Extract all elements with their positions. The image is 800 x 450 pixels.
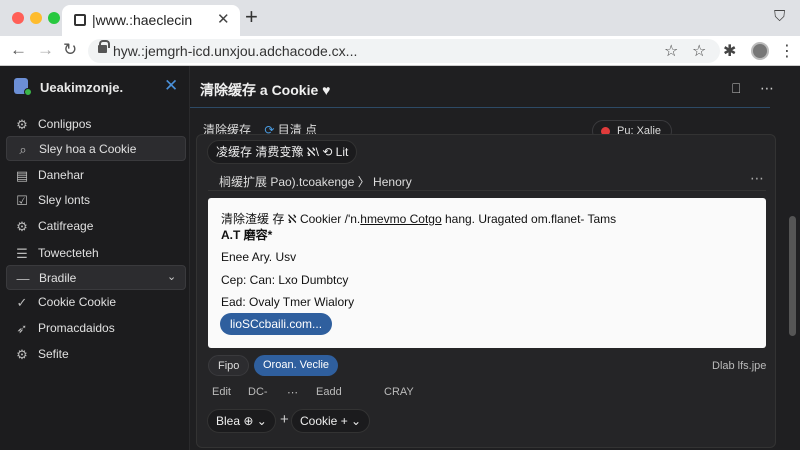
card-line-2: A.T 磨容*: [221, 228, 273, 242]
sidebar-item-danehar[interactable]: ▤ Danehar: [6, 163, 186, 188]
cog-icon: ⚙: [16, 347, 28, 362]
lock-icon: [98, 40, 110, 53]
tab-close-icon[interactable]: ✕: [217, 10, 230, 28]
settings-icon: ⚙: [16, 219, 28, 234]
sidebar-item-label: Towecteteh: [38, 246, 99, 260]
maximize-window-icon[interactable]: [48, 12, 60, 24]
sidebar-item-label: Sefite: [38, 347, 69, 361]
minimize-window-icon[interactable]: [30, 12, 42, 24]
url-text: hyw.:jemgrh-icd.unxjou.adchacode.cx...: [113, 43, 358, 59]
extensions-icon[interactable]: ✱: [723, 41, 736, 61]
dc-action[interactable]: DC-: [248, 386, 268, 398]
panel-more-icon[interactable]: ⋯: [750, 170, 765, 187]
sidebar-item-promacdaidos[interactable]: ➶ Promacdaidos: [6, 316, 186, 341]
check-circle-icon: ✓: [16, 295, 28, 310]
sidebar-close-icon[interactable]: ✕: [164, 76, 178, 96]
sidebar-item-cookie-search[interactable]: ⌕ Sley hoa a Cookie: [6, 136, 186, 161]
browser-toolbar: ← → ↻ hyw.:jemgrh-icd.unxjou.adchacode.c…: [0, 36, 800, 66]
result-card: 清除渣缓 存 ℵ Cookier /'n.hmevmo Cotgo hang. …: [208, 198, 766, 348]
sidebar-item-label: Sley lonts: [38, 193, 91, 207]
app-window: Ueakimzonje. ✕ ⚙ Conligpos ⌕ Sley hoa a …: [0, 66, 800, 450]
favorites-star-icon[interactable]: ☆: [692, 41, 706, 61]
online-status-icon: [24, 88, 32, 96]
tab-title: |www.:haeclecin: [92, 12, 193, 28]
browser-tab[interactable]: |www.:haeclecin ✕: [62, 5, 240, 36]
sidebar-item-label: Catifreage: [38, 219, 94, 233]
new-tab-icon[interactable]: +: [245, 6, 258, 28]
address-bar[interactable]: hyw.:jemgrh-icd.unxjou.adchacode.cx...: [88, 39, 720, 63]
browser-select-chip[interactable]: Blea ⊕ ⌄: [207, 409, 276, 433]
sidebar-item-label: Bradile: [39, 271, 77, 285]
more-actions[interactable]: ⋯: [287, 386, 298, 399]
divider: [208, 190, 766, 191]
chevron-down-icon[interactable]: ⌄: [167, 270, 176, 283]
date-label: Dlab lfs.jpe: [712, 360, 767, 372]
page-favicon-icon: [74, 14, 86, 26]
sidebar-item-label: Promacdaidos: [38, 321, 115, 335]
sidebar-item-configpos[interactable]: ⚙ Conligpos: [6, 112, 186, 137]
sidebar-item-sefite[interactable]: ⚙ Sefite: [6, 342, 186, 367]
sidebar-item-label: Conligpos: [38, 117, 92, 131]
add-action[interactable]: Eadd: [316, 386, 342, 398]
list-icon: ☰: [16, 246, 28, 261]
sidebar-item-catifreage[interactable]: ⚙ Catifreage: [6, 214, 186, 239]
rocket-icon: ➶: [16, 321, 28, 336]
edit-action[interactable]: Edit: [212, 386, 231, 398]
sidebar-item-sley-lonts[interactable]: ☑ Sley lonts: [6, 188, 186, 213]
profile-avatar[interactable]: [751, 42, 769, 60]
check-icon: ☑: [16, 193, 28, 208]
card-link-button[interactable]: lioSCcbaili.com...: [220, 313, 333, 335]
action-toolbar-chip[interactable]: 凌缓存 清费变豫 ℵ\ ⟲ Lit: [207, 140, 358, 164]
close-window-icon[interactable]: [12, 12, 24, 24]
page-title: 清除缓存 a Cookie ♥: [200, 82, 331, 98]
reload-icon[interactable]: ↻: [63, 40, 77, 60]
filter-chip-active[interactable]: Oroan. Veclie: [254, 355, 339, 376]
sidebar-item-bradile[interactable]: — Bradile ⌄: [6, 265, 186, 290]
add-icon[interactable]: +: [280, 411, 289, 428]
card-line-4: Cep: Can: Lxo Dumbtcy: [221, 273, 349, 287]
bookmark-icon[interactable]: ⎕: [732, 80, 740, 97]
dash-icon: —: [16, 271, 30, 286]
sidebar-item-label: Cookie Cookie: [38, 295, 117, 309]
sidebar-item-label: Sley hoa a Cookie: [39, 142, 137, 156]
extension-icon[interactable]: ⛉: [774, 8, 785, 25]
sidebar-item-label: Danehar: [38, 168, 85, 182]
browser-menu-icon[interactable]: ⋮: [779, 41, 795, 61]
cookie-select-chip[interactable]: Cookie + ⌄: [291, 409, 371, 433]
title-divider: [190, 107, 770, 108]
sidebar-title: Ueakimzonje.: [40, 80, 124, 95]
scrollbar[interactable]: [789, 216, 796, 336]
search-icon: ⌕: [19, 142, 27, 157]
browser-tab-bar: |www.:haeclecin ✕ + ⛉: [0, 0, 800, 36]
more-options-icon[interactable]: ⋯: [760, 80, 774, 97]
bookmark-star-icon[interactable]: ☆: [664, 41, 678, 61]
sidebar-item-cookie-cookie[interactable]: ✓ Cookie Cookie: [6, 290, 186, 315]
history-breadcrumb[interactable]: 㭣缓扩展 Pao).tcoakenge 〉 Henory: [219, 173, 412, 190]
back-icon[interactable]: ←: [10, 40, 27, 60]
cray-action[interactable]: CRAY: [384, 386, 414, 398]
file-icon: ▤: [15, 168, 29, 183]
forward-icon[interactable]: →: [37, 40, 54, 60]
card-line-3: Enee Ary. Usv: [221, 250, 297, 264]
sidebar-item-towecteteh[interactable]: ☰ Towecteteh: [6, 241, 186, 266]
gear-icon: ⚙: [16, 117, 28, 132]
card-line-5: Ead: Ovaly Tmer Wialory: [221, 295, 355, 309]
card-line-1: 清除渣缓 存 ℵ Cookier /'n.hmevmo Cotgo hang. …: [221, 212, 617, 226]
card-underlined-link[interactable]: hmevmo Cotgo: [360, 212, 441, 226]
sidebar: Ueakimzonje. ✕ ⚙ Conligpos ⌕ Sley hoa a …: [0, 66, 190, 450]
filter-chip-fipo[interactable]: Fipo: [208, 355, 250, 376]
